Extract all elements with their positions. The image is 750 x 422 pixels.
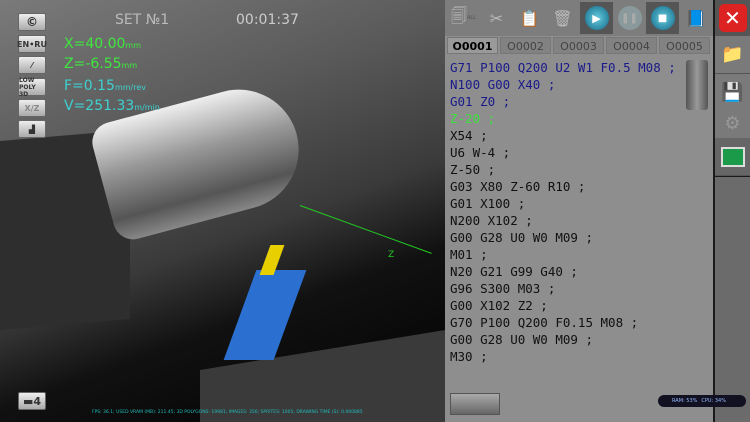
x-unit: mm [125,41,141,50]
camera-number: 4 [33,394,42,408]
cut-icon: ✂ [489,8,504,28]
code-line[interactable]: N20 G21 G99 G40 ; [450,263,578,280]
side-panel-fill [715,177,750,422]
camera-icon: ▬ [22,394,34,408]
v-unit: m/min [134,103,160,112]
f-unit: mm/rev [114,83,147,92]
z-axis-line [299,205,432,254]
manual-button[interactable]: 📘 [679,2,712,34]
z-readout: Z=-6.55mm [64,56,137,72]
language-toggle-button[interactable]: EN•RU [17,35,47,53]
code-line[interactable]: M30 ; [450,348,488,365]
pause-button[interactable]: ❚❚ [613,2,646,34]
pause-icon: ❚❚ [617,6,642,30]
code-scrollbar[interactable] [686,60,708,110]
copy-all-button[interactable]: 🗐 ALL [447,2,480,34]
paste-icon: 📋 [519,8,540,28]
editor-action-button[interactable] [450,393,500,415]
xz-toggle-button[interactable]: X/Z [18,99,46,117]
z-axis-label: Z [388,250,395,260]
play-icon: ▶ [584,6,609,30]
code-line[interactable]: G00 G28 U0 W0 M09 ; [450,229,593,246]
code-line[interactable]: G03 X80 Z-60 R10 ; [450,178,585,195]
code-line[interactable]: M01 ; [450,246,488,263]
elapsed-time: 00:01:37 [236,12,299,28]
open-folder-button[interactable]: 📁 [715,36,750,74]
close-button[interactable]: ✕ [715,0,750,36]
tab-o0004[interactable]: O0004 [606,37,657,54]
save-icon: 💾 [721,82,744,103]
copyright-button[interactable]: © [18,13,46,31]
play-button[interactable]: ▶ [580,2,613,34]
code-line[interactable]: G71 P100 Q200 U2 W1 F0.5 M08 ; [450,59,676,76]
v-value: V=251.33 [64,98,135,114]
code-line[interactable]: G00 G28 U0 W0 M09 ; [450,331,593,348]
all-label: ALL [466,15,476,21]
mute-button[interactable]: ⁄ [18,56,46,74]
ram-usage: RAM: 53% [672,398,698,404]
code-line[interactable]: G96 S300 M03 ; [450,280,555,297]
tab-o0001[interactable]: O0001 [447,37,498,54]
code-line[interactable]: G00 X102 Z2 ; [450,297,548,314]
code-line[interactable]: U6 W-4 ; [450,144,510,161]
tool-holder [223,270,307,360]
f-value: F=0.15 [64,78,115,94]
tab-o0003[interactable]: O0003 [553,37,604,54]
close-icon: ✕ [718,4,747,32]
code-line[interactable]: Z-50 ; [450,161,495,178]
lowpoly-3d-button[interactable]: LOW POLY 3D [18,77,46,98]
code-line[interactable]: G70 P100 Q200 F0.15 M08 ; [450,314,638,331]
monitor-code-icon [720,146,745,167]
f-readout: F=0.15mm/rev [64,78,146,94]
code-line[interactable]: N200 X102 ; [450,212,533,229]
set-label: SET №1 [115,12,170,28]
chart-icon: ▟ [28,124,36,134]
status-bar: FPS: 36.1; USED VRAM (MB): 211.45; 3D PO… [92,410,363,415]
z-unit: mm [121,61,138,70]
code-view-button[interactable] [715,138,750,176]
stop-button[interactable]: ■ [646,2,679,34]
code-line[interactable]: X54 ; [450,127,488,144]
code-line[interactable]: G01 Z0 ; [450,93,510,110]
v-readout: V=251.33m/min [64,98,160,114]
stop-icon: ■ [650,6,675,30]
paste-button[interactable]: 📋 [513,2,546,34]
copy-all-icon: 🗐 [451,5,467,25]
code-line[interactable]: G01 X100 ; [450,195,525,212]
tool-icon: ⚙ [724,113,741,134]
tab-o0005[interactable]: O0005 [659,37,710,54]
camera-button[interactable]: ▬ 4 [18,392,46,410]
x-readout: X=40.00mm [64,36,141,52]
tab-o0002[interactable]: O0002 [500,37,551,54]
code-line[interactable]: Z-20 ; [450,110,495,127]
book-icon: 📘 [685,8,706,28]
x-value: X=40.00 [64,36,126,52]
delete-button[interactable]: 🗑 [546,2,579,34]
mute-icon: ⁄ [31,60,33,70]
trash-icon: 🗑 [552,8,573,28]
chart-toggle-button[interactable]: ▟ [18,120,46,138]
system-monitor: RAM: 53% CPU: 34% [658,395,746,407]
folder-icon: 📁 [721,44,744,65]
code-line[interactable]: N100 G00 X40 ; [450,76,555,93]
z-value: Z=-6.55 [64,56,122,72]
cpu-usage: CPU: 34% [701,398,726,404]
cut-button[interactable]: ✂ [480,2,513,34]
